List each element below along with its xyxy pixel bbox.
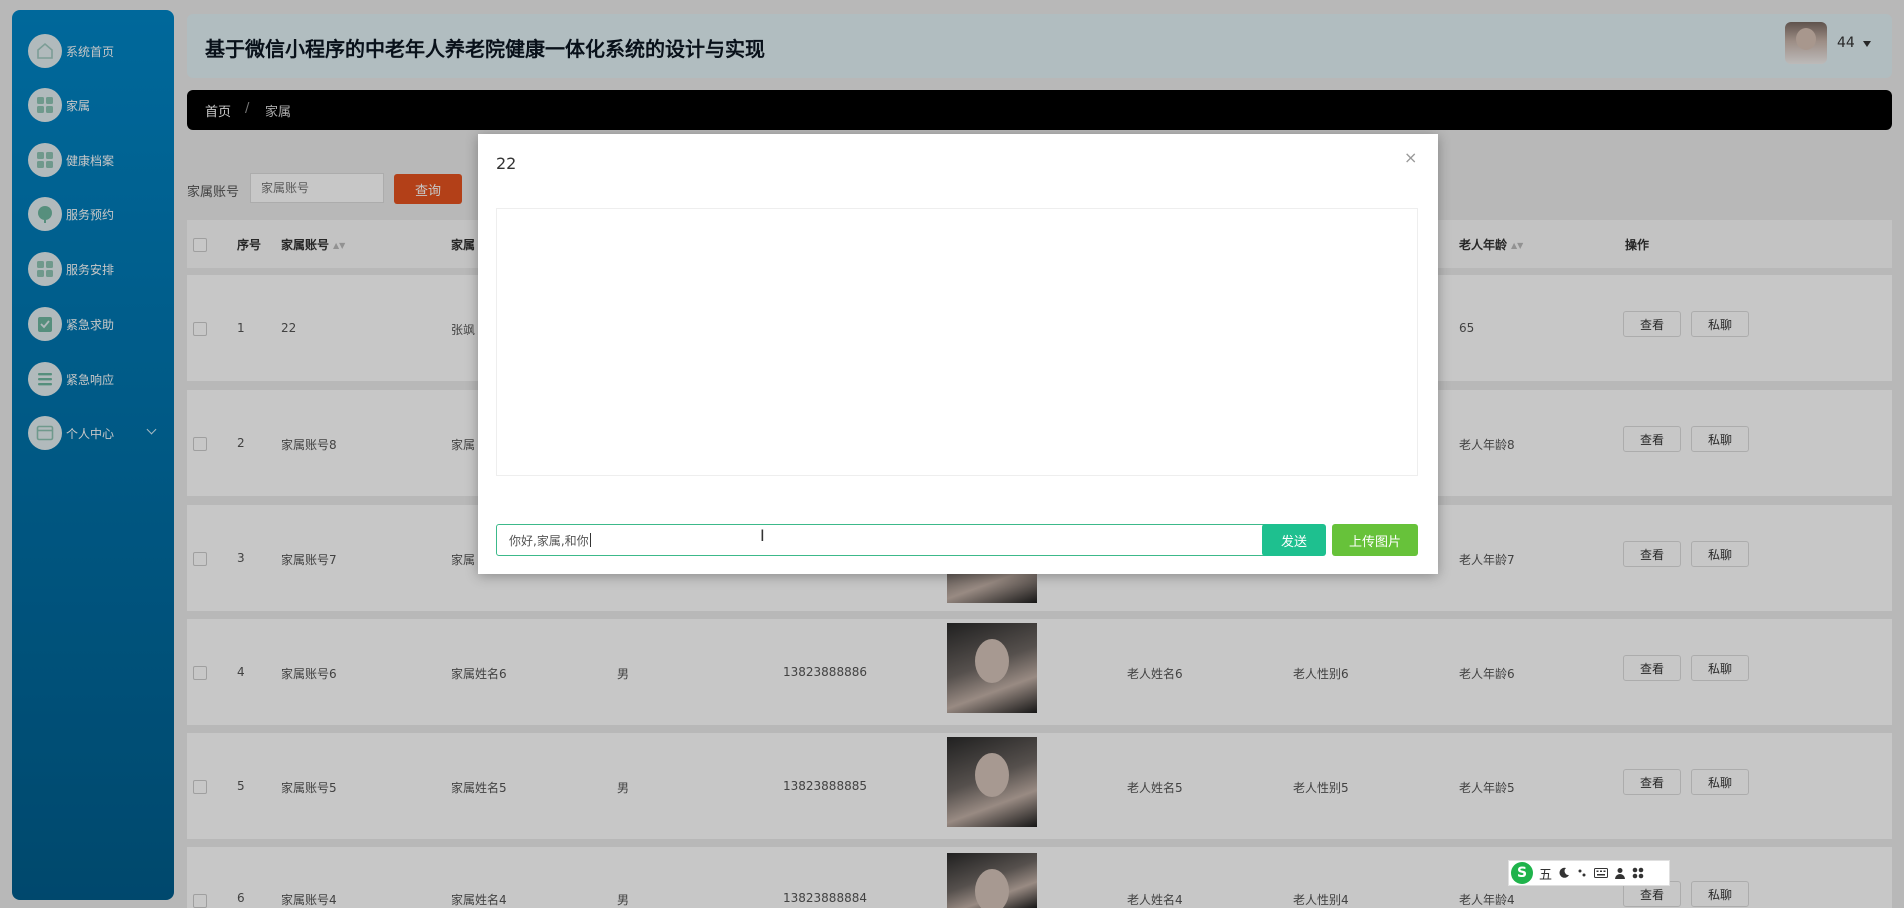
ime-toolbar[interactable]: S 五 (1508, 860, 1670, 886)
chat-input[interactable]: 你好,家属,和你 (496, 524, 1274, 556)
punctuation-icon[interactable] (1576, 867, 1588, 879)
ime-mode[interactable]: 五 (1539, 864, 1552, 883)
apps-icon[interactable] (1632, 867, 1644, 879)
close-icon[interactable]: × (1404, 148, 1417, 167)
dialog-title: 22 (496, 154, 517, 173)
chat-message-area[interactable] (496, 208, 1418, 476)
send-button[interactable]: 发送 (1262, 524, 1326, 556)
chat-input-value: 你好,家属,和你 (509, 533, 589, 548)
user-icon[interactable] (1614, 867, 1626, 879)
ime-logo-icon[interactable]: S (1511, 862, 1533, 884)
text-cursor-icon: I (760, 526, 765, 545)
chat-dialog: 22 × 你好,家属,和你 发送 上传图片 (478, 134, 1438, 574)
moon-icon[interactable] (1558, 867, 1570, 879)
upload-image-button[interactable]: 上传图片 (1332, 524, 1418, 556)
text-caret (589, 533, 591, 547)
keyboard-icon[interactable] (1594, 867, 1609, 879)
